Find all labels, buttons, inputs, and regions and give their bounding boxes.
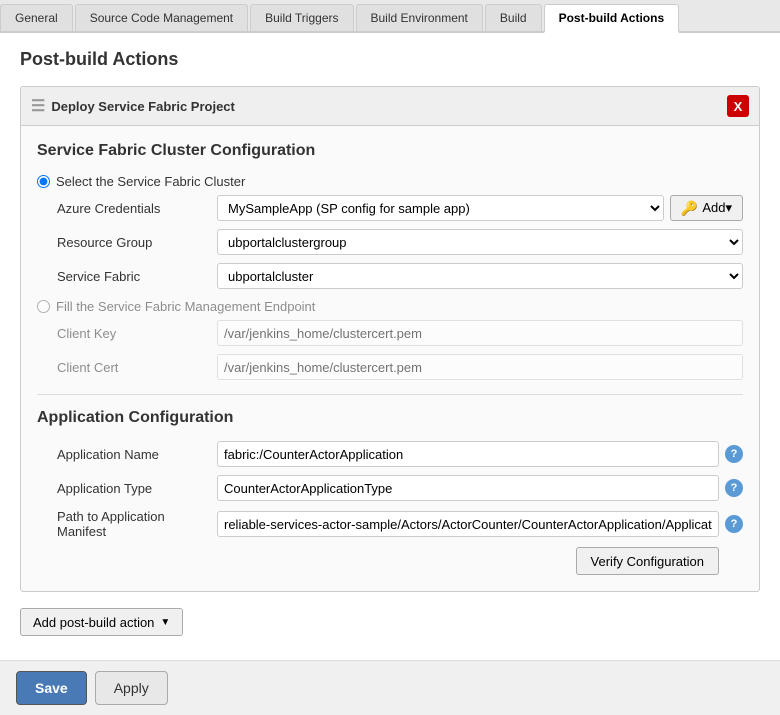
add-credentials-button[interactable]: 🔑 Add▾ — [670, 195, 743, 221]
page-title: Post-build Actions — [20, 49, 760, 70]
radio-select-cluster-input[interactable] — [37, 175, 50, 188]
client-cert-input[interactable] — [217, 354, 743, 380]
app-name-field: Application Name ? — [37, 441, 743, 467]
bottom-bar: Save Apply — [0, 660, 780, 715]
service-fabric-label: Service Fabric — [57, 269, 217, 284]
fill-endpoint-section: Fill the Service Fabric Management Endpo… — [37, 299, 743, 380]
radio-fill-endpoint-label: Fill the Service Fabric Management Endpo… — [56, 299, 315, 314]
tab-general[interactable]: General — [0, 4, 73, 31]
app-manifest-label: Path to Application Manifest — [57, 509, 217, 539]
client-key-field: Client Key — [37, 320, 743, 346]
azure-credentials-select[interactable]: MySampleApp (SP config for sample app) — [217, 195, 664, 221]
deploy-section-header: ☰ Deploy Service Fabric Project X — [21, 87, 759, 126]
app-manifest-field: Path to Application Manifest ? — [37, 509, 743, 539]
app-name-control: ? — [217, 441, 743, 467]
add-credentials-label: Add▾ — [702, 200, 732, 216]
app-manifest-control: ? — [217, 511, 743, 537]
deploy-section-body: Service Fabric Cluster Configuration Sel… — [21, 126, 759, 591]
key-icon: 🔑 — [681, 200, 698, 217]
client-key-input[interactable] — [217, 320, 743, 346]
add-postbuild-label: Add post-build action — [33, 615, 154, 630]
close-deploy-button[interactable]: X — [727, 95, 749, 117]
azure-credentials-label: Azure Credentials — [57, 201, 217, 216]
apply-button[interactable]: Apply — [95, 671, 168, 705]
radio-fill-endpoint-input[interactable] — [37, 300, 50, 313]
app-type-field: Application Type ? — [37, 475, 743, 501]
section-divider — [37, 394, 743, 395]
deploy-section: ☰ Deploy Service Fabric Project X Servic… — [20, 86, 760, 592]
client-key-label: Client Key — [57, 326, 217, 341]
radio-select-cluster: Select the Service Fabric Cluster — [37, 174, 743, 189]
app-name-label: Application Name — [57, 447, 217, 462]
tab-build-environment[interactable]: Build Environment — [356, 4, 483, 31]
verify-btn-row: Verify Configuration — [37, 547, 743, 575]
resource-group-label: Resource Group — [57, 235, 217, 250]
app-type-control: ? — [217, 475, 743, 501]
resource-group-field: Resource Group ubportalclustergroup — [37, 229, 743, 255]
resource-group-control: ubportalclustergroup — [217, 229, 743, 255]
azure-credentials-control: MySampleApp (SP config for sample app) 🔑… — [217, 195, 743, 221]
app-manifest-help-icon[interactable]: ? — [725, 515, 743, 533]
cluster-config-heading: Service Fabric Cluster Configuration — [37, 142, 743, 160]
radio-group: Select the Service Fabric Cluster Azure … — [37, 174, 743, 289]
azure-credentials-field: Azure Credentials MySampleApp (SP config… — [37, 195, 743, 221]
app-name-input[interactable] — [217, 441, 719, 467]
deploy-section-title: ☰ Deploy Service Fabric Project — [31, 96, 235, 116]
app-config-section: Application Configuration Application Na… — [37, 409, 743, 575]
service-fabric-field: Service Fabric ubportalcluster — [37, 263, 743, 289]
client-cert-field: Client Cert — [37, 354, 743, 380]
app-manifest-input[interactable] — [217, 511, 719, 537]
app-type-label: Application Type — [57, 481, 217, 496]
service-fabric-select[interactable]: ubportalcluster — [217, 263, 743, 289]
resource-group-select[interactable]: ubportalclustergroup — [217, 229, 743, 255]
main-content: Post-build Actions ☰ Deploy Service Fabr… — [0, 33, 780, 713]
tab-build-triggers[interactable]: Build Triggers — [250, 4, 353, 31]
radio-fill-endpoint: Fill the Service Fabric Management Endpo… — [37, 299, 743, 314]
radio-select-cluster-label: Select the Service Fabric Cluster — [56, 174, 245, 189]
client-cert-control — [217, 354, 743, 380]
tab-build[interactable]: Build — [485, 4, 542, 31]
add-postbuild-button[interactable]: Add post-build action ▼ — [20, 608, 183, 636]
tab-post-build-actions[interactable]: Post-build Actions — [544, 4, 680, 33]
tab-source-code-management[interactable]: Source Code Management — [75, 4, 248, 31]
drag-handle-icon: ☰ — [31, 96, 45, 116]
app-type-input[interactable] — [217, 475, 719, 501]
app-name-help-icon[interactable]: ? — [725, 445, 743, 463]
app-type-help-icon[interactable]: ? — [725, 479, 743, 497]
client-key-control — [217, 320, 743, 346]
verify-configuration-button[interactable]: Verify Configuration — [576, 547, 719, 575]
app-config-heading: Application Configuration — [37, 409, 743, 427]
add-postbuild-row: Add post-build action ▼ — [20, 608, 760, 636]
dropdown-arrow-icon: ▼ — [160, 617, 170, 628]
deploy-section-title-text: Deploy Service Fabric Project — [51, 99, 235, 114]
client-cert-label: Client Cert — [57, 360, 217, 375]
save-button[interactable]: Save — [16, 671, 87, 705]
service-fabric-control: ubportalcluster — [217, 263, 743, 289]
tab-bar: General Source Code Management Build Tri… — [0, 0, 780, 33]
